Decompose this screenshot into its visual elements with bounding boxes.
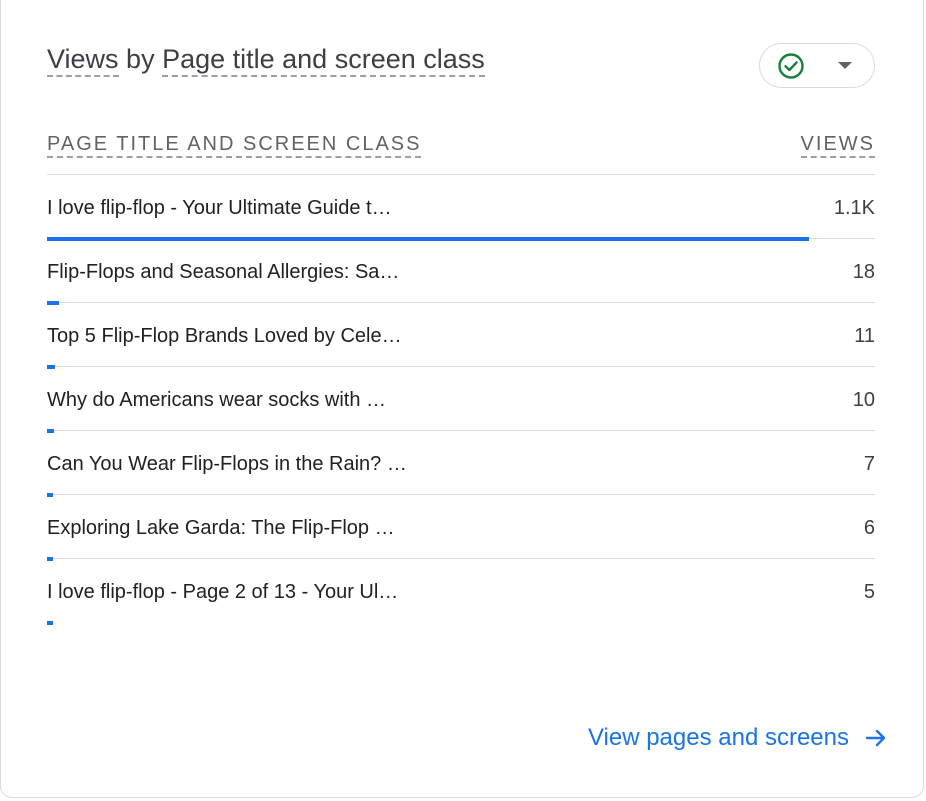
view-pages-and-screens-link[interactable]: View pages and screens	[588, 723, 887, 753]
row-page-title: I love flip-flop - Page 2 of 13 - Your U…	[47, 581, 399, 603]
table-body: I love flip-flop - Your Ultimate Guide t…	[47, 175, 875, 625]
row-views-bar	[47, 621, 53, 625]
row-views-value: 7	[863, 453, 875, 475]
table-row[interactable]: I love flip-flop - Page 2 of 13 - Your U…	[47, 559, 875, 625]
metric-label[interactable]: Views	[47, 44, 119, 77]
column-header-views[interactable]: VIEWS	[800, 131, 875, 158]
check-circle-icon	[778, 53, 804, 79]
column-header-page-title[interactable]: PAGE TITLE AND SCREEN CLASS	[47, 131, 422, 158]
caret-down-icon	[838, 62, 852, 69]
table-row[interactable]: I love flip-flop - Your Ultimate Guide t…	[47, 175, 875, 241]
status-dropdown-button[interactable]	[759, 43, 875, 88]
row-page-title: Flip-Flops and Seasonal Allergies: Sa…	[47, 261, 400, 283]
view-pages-link-label: View pages and screens	[587, 724, 849, 751]
column-header-views-label: VIEWS	[800, 133, 875, 158]
row-page-title: Can You Wear Flip-Flops in the Rain? …	[47, 453, 407, 475]
column-header-page-title-label: PAGE TITLE AND SCREEN CLASS	[47, 133, 422, 158]
title-connector: by	[118, 44, 163, 74]
dimension-label[interactable]: Page title and screen class	[162, 44, 485, 77]
row-views-value: 10	[852, 389, 875, 411]
views-by-page-card: Views by Page title and screen class PAG…	[0, 0, 924, 798]
row-page-title: I love flip-flop - Your Ultimate Guide t…	[47, 197, 392, 219]
table-row[interactable]: Flip-Flops and Seasonal Allergies: Sa… 1…	[47, 239, 875, 305]
row-page-title: Exploring Lake Garda: The Flip-Flop …	[47, 517, 395, 539]
row-views-value: 5	[863, 581, 875, 603]
row-views-value: 18	[852, 261, 875, 283]
table-row[interactable]: Why do Americans wear socks with … 10	[47, 367, 875, 433]
table-row[interactable]: Exploring Lake Garda: The Flip-Flop … 6	[47, 495, 875, 561]
row-views-value: 11	[854, 325, 875, 347]
arrow-right-icon	[865, 729, 886, 747]
card-title: Views by Page title and screen class	[47, 41, 485, 77]
row-page-title: Top 5 Flip-Flop Brands Loved by Cele…	[47, 325, 402, 347]
table-row[interactable]: Top 5 Flip-Flop Brands Loved by Cele… 11	[47, 303, 875, 369]
row-page-title: Why do Americans wear socks with …	[47, 389, 386, 411]
table-row[interactable]: Can You Wear Flip-Flops in the Rain? … 7	[47, 431, 875, 497]
row-views-value: 6	[863, 517, 875, 539]
row-views-value: 1.1K	[833, 197, 875, 219]
